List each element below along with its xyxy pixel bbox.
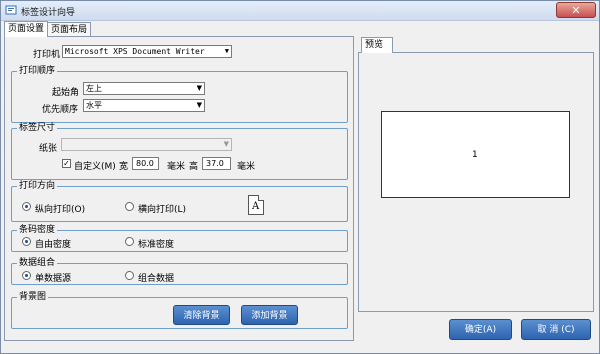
priority-order-label: 优先顺序 (42, 105, 79, 115)
background-title: 背景图 (17, 292, 49, 303)
paper-label: 纸张 (39, 144, 58, 154)
printer-select-value: Microsoft XPS Document Writer (65, 47, 205, 56)
wizard-window: 标签设计向导 ✕ 页面设置 页面布局 打印机 Microsoft XPS Doc… (0, 0, 600, 354)
portrait-label: 纵向打印(O) (35, 205, 86, 215)
close-button[interactable]: ✕ (556, 2, 596, 18)
barcode-density-title: 条码密度 (17, 225, 58, 236)
width-unit: 毫米 (167, 162, 186, 172)
printer-select[interactable]: Microsoft XPS Document Writer ▼ (62, 45, 232, 58)
landscape-label: 横向打印(L) (138, 205, 187, 215)
label-size-group: 标签尺寸 (11, 123, 348, 180)
height-label: 高 (189, 162, 199, 172)
cancel-button[interactable]: 取 消 (C) (521, 319, 591, 340)
custom-size-label: 自定义(M) (74, 162, 116, 172)
paper-select[interactable]: ▼ (61, 138, 232, 151)
free-density-radio[interactable] (22, 237, 31, 246)
app-icon (5, 5, 17, 15)
add-background-button[interactable]: 添加背景 (241, 305, 298, 325)
combined-data-label: 组合数据 (138, 274, 175, 284)
chevron-down-icon: ▼ (224, 47, 229, 55)
data-combination-title: 数据组合 (17, 258, 58, 269)
height-input[interactable]: 37.0 (202, 157, 231, 170)
custom-size-checkbox[interactable]: ✓ (62, 159, 71, 168)
priority-order-select[interactable]: 水平 ▼ (83, 99, 205, 112)
chevron-down-icon: ▼ (196, 101, 202, 109)
printer-label: 打印机 (33, 50, 61, 60)
clear-background-button[interactable]: 清除背景 (173, 305, 230, 325)
start-corner-label: 起始角 (52, 88, 80, 98)
window-title: 标签设计向导 (21, 8, 76, 18)
free-density-label: 自由密度 (35, 240, 72, 250)
single-source-label: 单数据源 (35, 274, 72, 284)
label-size-title: 标签尺寸 (17, 123, 58, 134)
combined-data-radio[interactable] (125, 271, 134, 280)
print-order-title: 打印顺序 (17, 66, 58, 77)
height-unit: 毫米 (237, 162, 256, 172)
single-source-radio[interactable] (22, 271, 31, 280)
width-input[interactable]: 80.0 (132, 157, 159, 170)
standard-density-label: 标准密度 (138, 240, 175, 250)
chevron-down-icon: ▼ (196, 84, 202, 92)
chevron-down-icon: ▼ (223, 140, 229, 148)
ok-button[interactable]: 确定(A) (449, 319, 512, 340)
close-icon: ✕ (571, 4, 581, 17)
tab-preview[interactable]: 预览 (361, 37, 393, 53)
tab-page-layout[interactable]: 页面布局 (47, 22, 92, 36)
standard-density-radio[interactable] (125, 237, 134, 246)
preview-page: 1 (381, 111, 570, 198)
priority-order-value: 水平 (86, 101, 102, 110)
preview-page-number: 1 (472, 150, 478, 160)
page-orientation-letter: A (252, 201, 260, 212)
tab-page-settings[interactable]: 页面设置 (4, 21, 49, 37)
landscape-radio[interactable] (125, 202, 134, 211)
width-label: 宽 (119, 162, 129, 172)
title-bar: 标签设计向导 ✕ (1, 1, 599, 21)
start-corner-value: 左上 (86, 84, 102, 93)
print-direction-title: 打印方向 (17, 181, 58, 192)
page-orientation-icon: A (248, 195, 264, 215)
start-corner-select[interactable]: 左上 ▼ (83, 82, 205, 95)
portrait-radio[interactable] (22, 202, 31, 211)
